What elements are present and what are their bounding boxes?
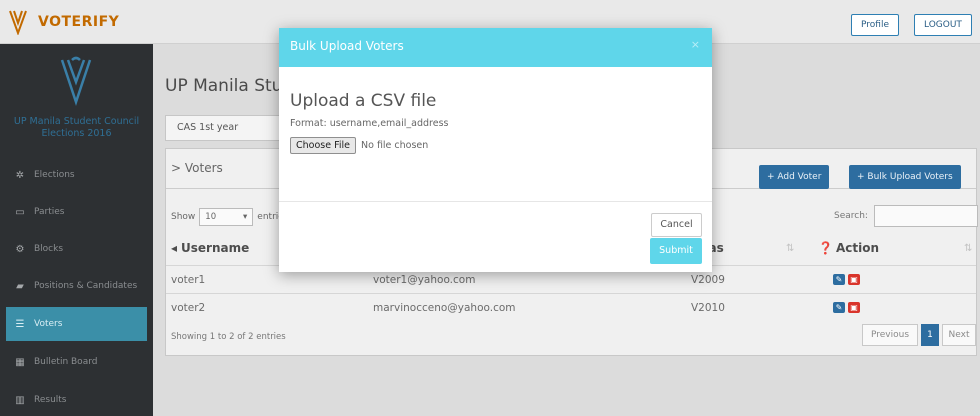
bulk-upload-modal: Bulk Upload Voters × Upload a CSV file F… [279, 28, 712, 272]
close-icon[interactable]: × [691, 38, 700, 51]
modal-divider [279, 201, 712, 202]
upload-heading: Upload a CSV file [290, 91, 437, 111]
file-status: No file chosen [361, 140, 429, 151]
choose-file-button[interactable]: Choose File [290, 137, 356, 154]
format-hint: Format: username,email_address [290, 118, 449, 129]
cancel-button[interactable]: Cancel [651, 213, 702, 237]
modal-title: Bulk Upload Voters [290, 39, 404, 53]
file-input: Choose File No file chosen [290, 137, 428, 154]
modal-header: Bulk Upload Voters × [279, 28, 712, 67]
submit-button[interactable]: Submit [650, 238, 702, 264]
